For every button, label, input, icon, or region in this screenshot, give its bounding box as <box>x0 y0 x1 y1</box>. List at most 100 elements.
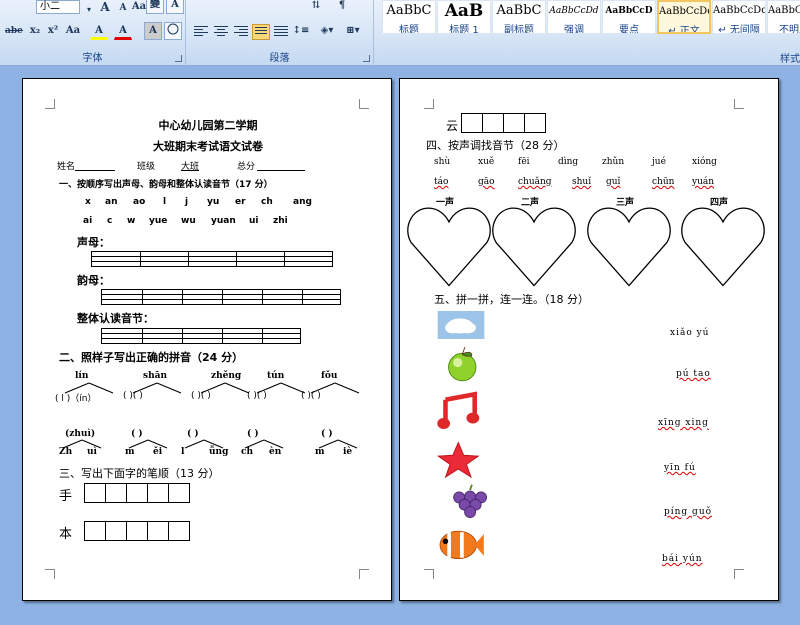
stroke-boxes-2 <box>84 521 190 541</box>
writing-lines <box>101 289 341 305</box>
heart-shape <box>587 207 671 287</box>
borders-button[interactable]: ⊞▾ <box>342 22 364 40</box>
highlight-button[interactable]: A <box>90 22 108 40</box>
document-page-1: 中心幼儿园第二学期 大班期末考试语文试卷 姓名 班级 大班 总分 一、按顺序写出… <box>22 78 392 601</box>
tree-initial: ch <box>241 447 254 457</box>
syllable: fēi <box>518 157 530 167</box>
font-color-button[interactable]: A <box>114 22 132 40</box>
tree-top: ( ) <box>131 429 143 439</box>
styles-group-label: 样式 <box>780 54 800 65</box>
subscript-button[interactable]: x₂ <box>26 22 44 40</box>
section-3-title: 三、写出下面字的笔顺（13 分） <box>59 467 220 480</box>
zhengti-label: 整体认读音节： <box>77 312 154 325</box>
tree-final: èn <box>269 447 282 457</box>
margin-mark <box>734 569 744 579</box>
pinyin-item: xiǎo yú <box>670 328 710 338</box>
char-border-button[interactable] <box>164 22 182 40</box>
tree-final: ǚng <box>209 447 229 457</box>
shading-button[interactable]: ◈▾ <box>316 22 338 40</box>
align-center-icon[interactable] <box>214 26 228 38</box>
style-tile[interactable]: AaBbCcDd ↵ 正文 <box>657 0 711 34</box>
font-size-box[interactable]: 小二 <box>36 0 80 14</box>
style-name: ↵ 正文 <box>668 26 700 34</box>
show-marks-button[interactable]: ¶ <box>332 0 352 15</box>
letter-item: an <box>105 197 118 207</box>
font-group: 小二 ▾ A A Aa 變 A abe x₂ x² Aa A A A 字体 <box>0 0 186 66</box>
style-tile[interactable]: AaBbC 副标题 <box>492 0 546 34</box>
sort-button[interactable]: ⇅ <box>306 0 326 15</box>
tree-answer: ( )( ) <box>301 391 321 401</box>
distribute-icon[interactable] <box>274 26 288 38</box>
stroke-boxes-1 <box>84 483 190 503</box>
score-blank <box>257 170 305 171</box>
margin-mark <box>45 569 55 579</box>
style-tile[interactable]: AaB 标题 1 <box>437 0 491 34</box>
letter-item: c <box>107 216 113 226</box>
style-name: 标题 <box>399 25 419 34</box>
name-blank <box>75 170 115 171</box>
style-name: 强调 <box>564 25 584 34</box>
superscript-button[interactable]: x² <box>44 22 62 40</box>
syllable: shù <box>434 157 451 167</box>
letter-item: zhi <box>273 216 288 226</box>
tree-initial: m <box>315 447 325 457</box>
section-1-title: 一、按顺序写出声母、韵母和整体认读音节（17 分） <box>59 180 273 190</box>
fish-picture <box>439 530 484 560</box>
letter-item: wu <box>181 216 196 226</box>
class-label: 班级 <box>137 162 156 172</box>
char-shading-button[interactable]: A <box>144 22 162 40</box>
paragraph-dialog-launcher[interactable] <box>363 55 370 62</box>
tree-final: uì <box>87 447 97 457</box>
tree-answer: ( )( ) <box>247 391 267 401</box>
align-right-icon[interactable] <box>234 26 248 38</box>
font-dialog-launcher[interactable] <box>175 55 182 62</box>
clear-format-button[interactable]: Aa <box>64 22 82 40</box>
tree-final: ěi <box>153 447 163 457</box>
grow-font-button[interactable]: A <box>96 0 114 16</box>
syllable: xuě <box>478 157 495 167</box>
style-sample: AaBbCcD <box>605 6 653 16</box>
style-tile[interactable]: AaBbCcDd 强调 <box>547 0 601 34</box>
writing-lines <box>101 328 301 344</box>
tree-top: fǒu <box>321 371 338 381</box>
style-tile[interactable]: AaBbCcD 要点 <box>602 0 656 34</box>
score-label: 总分 <box>237 162 256 172</box>
phonetic-guide-button[interactable]: 變 <box>146 0 164 14</box>
grape-picture <box>453 484 487 518</box>
justify-icon[interactable] <box>252 24 270 40</box>
style-sample: AaB <box>444 1 484 21</box>
margin-mark <box>359 99 369 109</box>
writing-lines <box>91 251 333 267</box>
style-sample: AaBbC <box>386 3 432 18</box>
tree-top: (zhuì) <box>65 429 96 439</box>
enclose-char-button[interactable]: A <box>166 0 184 14</box>
margin-mark <box>359 569 369 579</box>
syllable: zhǔn <box>602 157 625 167</box>
tree-top: shān <box>143 371 167 381</box>
tree-top: zhěng <box>211 371 242 381</box>
stroke-boxes-3 <box>461 113 546 133</box>
align-left-icon[interactable] <box>194 26 208 38</box>
pinyin-item: bái yún <box>662 554 703 564</box>
style-tile[interactable]: AaBbCcDd ↵ 无间隔 <box>712 0 766 34</box>
tree-initial: Zh <box>59 447 73 457</box>
tree-answer: ( l )（ín） <box>55 394 97 404</box>
strikethrough-button[interactable]: abe <box>4 22 24 40</box>
syllable: táo <box>434 177 449 187</box>
letter-item: ao <box>133 197 146 207</box>
letter-item: ang <box>293 197 312 207</box>
style-tile[interactable]: AaBbCcDd 不明显 <box>767 0 800 34</box>
style-tile[interactable]: AaBbC 标题 <box>382 0 436 34</box>
page-subtitle: 大班期末考试语文试卷 <box>153 140 263 153</box>
pinyin-item: pú tao <box>676 369 711 379</box>
line-spacing-button[interactable]: ↕≡ <box>290 22 312 40</box>
syllable: guǐ <box>606 177 621 187</box>
tree-answer: ( )( ) <box>191 391 211 401</box>
syllable: dìng <box>558 157 579 167</box>
letter-item: er <box>235 197 246 207</box>
margin-mark <box>734 99 744 109</box>
letter-item: ui <box>249 216 259 226</box>
letter-item: yuan <box>211 216 236 226</box>
section-5-title: 五、拼一拼，连一连。（18 分） <box>434 293 589 306</box>
letter-item: l <box>163 197 167 207</box>
